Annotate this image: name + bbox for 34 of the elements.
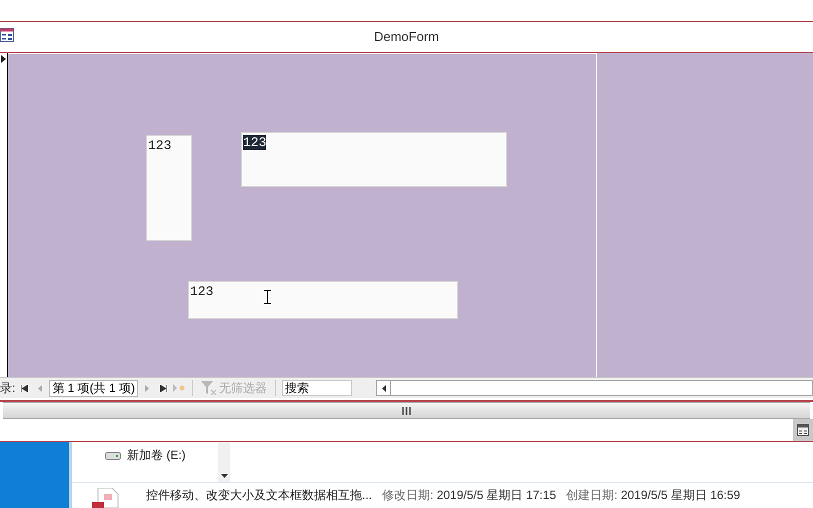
left-arrow-icon (382, 384, 386, 392)
horizontal-scrollbar[interactable] (376, 380, 813, 396)
last-icon (160, 384, 167, 392)
text-box[interactable]: 123 (146, 134, 192, 241)
text-value: 123 (243, 134, 266, 150)
view-button[interactable] (793, 419, 813, 442)
file-row[interactable]: 控件移动、改变大小及文本框数据相互拖... 修改日期: 2019/5/5 星期日 17:15 创建日期: 2019/5/5 星期日 16:59 (72, 483, 813, 508)
text-value: 123 (190, 284, 214, 299)
file-name: 控件移动、改变大小及文本框数据相互拖... (146, 487, 372, 504)
drive-icon (105, 450, 121, 460)
modified-date: 修改日期: 2019/5/5 星期日 17:15 (382, 487, 556, 504)
text-box[interactable]: 123 (241, 132, 507, 187)
first-icon (20, 384, 28, 392)
sidebar-panel (0, 442, 72, 508)
text-cursor-icon (264, 290, 272, 304)
down-arrow-icon (220, 474, 228, 478)
record-selector[interactable] (0, 52, 8, 378)
form-view-icon (797, 424, 809, 436)
created-date: 创建日期: 2019/5/5 星期日 16:59 (566, 487, 740, 504)
text-value: 123 (148, 138, 172, 153)
grip-icon (402, 406, 411, 415)
text-box[interactable]: 123 (188, 280, 458, 319)
tree-item[interactable]: 新加卷 (E:) (72, 442, 218, 482)
record-label: 录: (0, 380, 16, 398)
filter-icon (201, 381, 218, 396)
new-record-icon (173, 384, 186, 392)
previous-icon (38, 384, 42, 392)
window-title: DemoForm (374, 28, 439, 46)
search-field[interactable]: 搜索 (282, 380, 352, 396)
vertical-scrollbar[interactable] (218, 442, 230, 482)
arrow-icon (1, 54, 6, 63)
record-field[interactable]: 第 1 项(共 1 项) (49, 380, 138, 397)
horizontal-scrollbar[interactable] (3, 402, 810, 420)
next-icon (145, 384, 150, 392)
